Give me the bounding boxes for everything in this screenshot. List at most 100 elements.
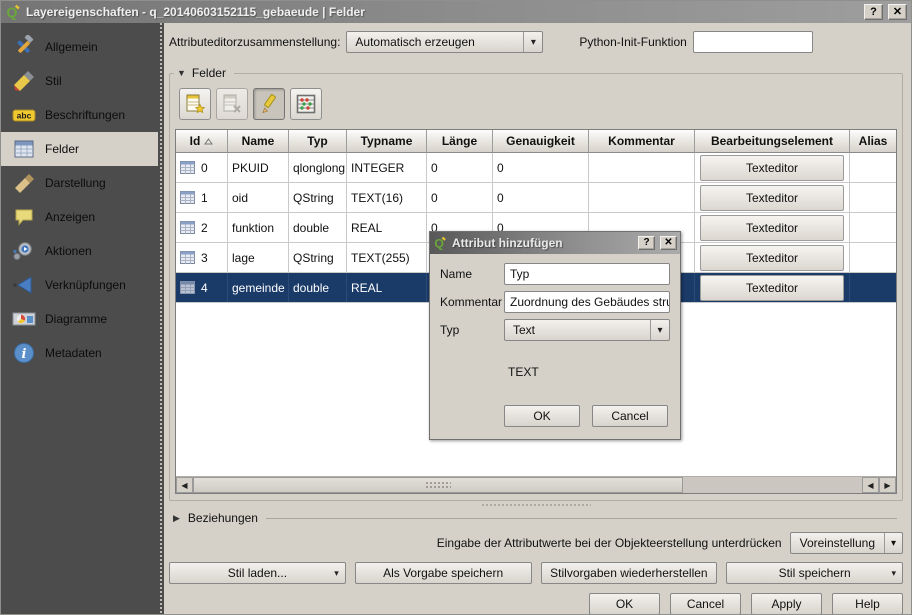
close-titlebar-button[interactable]: ✕ xyxy=(660,236,677,250)
pencil-icon xyxy=(258,93,280,115)
scroll-right-icon[interactable]: ▶ xyxy=(879,477,896,493)
texteditor-widget-button[interactable]: Texteditor xyxy=(700,215,844,241)
name-label: Name xyxy=(440,267,504,281)
horizontal-scrollbar[interactable]: ◀ ◀ ▶ xyxy=(176,476,896,493)
close-titlebar-button[interactable]: ✕ xyxy=(888,4,907,20)
sidebar-item-verknuepfungen[interactable]: Verknüpfungen xyxy=(1,268,158,302)
help-titlebar-button[interactable]: ? xyxy=(864,4,883,20)
texteditor-widget-button[interactable]: Texteditor xyxy=(700,185,844,211)
chevron-down-icon: ▾ xyxy=(891,568,896,579)
python-init-input[interactable] xyxy=(693,31,813,53)
rendering-icon xyxy=(12,171,36,195)
table-row[interactable]: 0 PKUID qlonglong INTEGER 0 0 Texteditor xyxy=(176,153,896,183)
labels-icon: abc xyxy=(12,103,36,127)
type-select[interactable]: Text ▾ xyxy=(504,319,670,341)
style-icon xyxy=(12,69,36,93)
column-header-typname[interactable]: Typname xyxy=(347,130,427,153)
scroll-left-icon[interactable]: ◀ xyxy=(862,477,879,493)
sidebar-label: Darstellung xyxy=(45,176,106,190)
column-header-bearbeitungselement[interactable]: Bearbeitungselement xyxy=(695,130,850,153)
field-grid-icon xyxy=(180,161,195,174)
fields-group-title: Felder xyxy=(192,66,226,80)
add-attribute-titlebar[interactable]: Q Attribut hinzufügen ? ✕ xyxy=(430,232,680,254)
column-header-name[interactable]: Name xyxy=(228,130,289,153)
sidebar-label: Beschriftungen xyxy=(45,108,125,122)
sort-ascending-icon xyxy=(204,138,213,145)
window-title: Layereigenschaften - q_20140603152115_ge… xyxy=(26,5,859,19)
sidebar-item-anzeigen[interactable]: Anzeigen xyxy=(1,200,158,234)
attribute-editor-layout-label: Attributeditorzusammenstellung: xyxy=(169,35,340,49)
sidebar-label: Stil xyxy=(45,74,62,88)
new-column-icon xyxy=(184,93,206,115)
sidebar-item-metadaten[interactable]: i Metadaten xyxy=(1,336,158,370)
chevron-down-icon: ▾ xyxy=(650,320,669,340)
suppress-attribute-form-label: Eingabe der Attributwerte bei der Objekt… xyxy=(437,536,782,550)
sidebar-item-stil[interactable]: Stil xyxy=(1,64,158,98)
save-as-default-button[interactable]: Als Vorgabe speichern xyxy=(355,562,532,584)
sidebar-item-beschriftungen[interactable]: abc Beschriftungen xyxy=(1,98,158,132)
column-header-alias[interactable]: Alias xyxy=(850,130,896,153)
qgis-logo-icon: Q xyxy=(433,236,447,250)
field-calculator-button[interactable] xyxy=(290,88,322,120)
table-header-row: Id Name Typ Typname Länge Genauigkeit Ko… xyxy=(176,130,896,153)
texteditor-widget-button[interactable]: Texteditor xyxy=(700,155,844,181)
fields-icon xyxy=(12,137,36,161)
collapse-arrow-icon[interactable]: ▼ xyxy=(177,68,186,78)
modal-cancel-button[interactable]: Cancel xyxy=(592,405,668,427)
python-init-label: Python-Init-Funktion xyxy=(579,35,686,49)
relations-group-header[interactable]: ▶ Beziehungen xyxy=(173,511,903,525)
scrollbar-grip xyxy=(425,481,451,490)
sidebar-item-darstellung[interactable]: Darstellung xyxy=(1,166,158,200)
group-divider xyxy=(266,518,897,519)
load-style-button[interactable]: Stil laden... ▾ xyxy=(169,562,346,584)
toggle-editing-button[interactable] xyxy=(253,88,285,120)
sidebar-label: Aktionen xyxy=(45,244,92,258)
texteditor-widget-button[interactable]: Texteditor xyxy=(700,275,844,301)
suppress-default-button[interactable]: Voreinstellung ▾ xyxy=(790,532,903,554)
column-header-typ[interactable]: Typ xyxy=(289,130,347,153)
texteditor-widget-button[interactable]: Texteditor xyxy=(700,245,844,271)
sidebar-label: Verknüpfungen xyxy=(45,278,126,292)
ok-button[interactable]: OK xyxy=(589,593,660,615)
scrollbar-track[interactable] xyxy=(683,477,862,493)
field-grid-icon xyxy=(180,251,195,264)
properties-sidebar: Allgemein Stil abc Beschriftungen xyxy=(1,23,158,614)
comment-input[interactable]: Zuordnung des Gebäudes strukt xyxy=(504,291,670,313)
sidebar-label: Diagramme xyxy=(45,312,107,326)
add-attribute-title: Attribut hinzufügen xyxy=(452,236,633,250)
table-row[interactable]: 1 oid QString TEXT(16) 0 0 Texteditor xyxy=(176,183,896,213)
name-input[interactable]: Typ xyxy=(504,263,670,285)
layer-properties-window: Q Layereigenschaften - q_20140603152115_… xyxy=(0,0,912,615)
column-header-genauigkeit[interactable]: Genauigkeit xyxy=(493,130,589,153)
sidebar-item-aktionen[interactable]: Aktionen xyxy=(1,234,158,268)
apply-button[interactable]: Apply xyxy=(751,593,822,615)
sidebar-item-diagramme[interactable]: Diagramme xyxy=(1,302,158,336)
delete-column-button[interactable] xyxy=(216,88,248,120)
column-header-id[interactable]: Id xyxy=(176,130,228,153)
column-header-kommentar[interactable]: Kommentar xyxy=(589,130,695,153)
provider-type-hint: TEXT xyxy=(508,365,670,379)
fields-relations-splitter[interactable] xyxy=(169,503,903,508)
field-grid-icon xyxy=(180,281,195,294)
sidebar-item-allgemein[interactable]: Allgemein xyxy=(1,30,158,64)
expand-arrow-icon[interactable]: ▶ xyxy=(173,513,180,524)
chevron-down-icon: ▾ xyxy=(884,533,902,553)
modal-ok-button[interactable]: OK xyxy=(504,405,580,427)
field-grid-icon xyxy=(180,221,195,234)
add-attribute-dialog: Q Attribut hinzufügen ? ✕ Name Typ Komme… xyxy=(429,231,681,440)
type-label: Typ xyxy=(440,323,504,337)
help-titlebar-button[interactable]: ? xyxy=(638,236,655,250)
sidebar-item-felder[interactable]: Felder xyxy=(1,132,158,166)
attribute-editor-layout-select[interactable]: Automatisch erzeugen ▾ xyxy=(346,31,543,53)
column-header-laenge[interactable]: Länge xyxy=(427,130,493,153)
calculator-icon xyxy=(295,93,317,115)
new-column-button[interactable] xyxy=(179,88,211,120)
help-button[interactable]: Help xyxy=(832,593,903,615)
scrollbar-thumb[interactable] xyxy=(193,477,683,493)
save-style-button[interactable]: Stil speichern ▾ xyxy=(726,562,903,584)
window-titlebar[interactable]: Q Layereigenschaften - q_20140603152115_… xyxy=(1,1,911,23)
qgis-logo-icon: Q xyxy=(5,4,21,20)
restore-default-style-button[interactable]: Stilvorgaben wiederherstellen xyxy=(541,562,718,584)
scroll-left-icon[interactable]: ◀ xyxy=(176,477,193,493)
cancel-button[interactable]: Cancel xyxy=(670,593,741,615)
